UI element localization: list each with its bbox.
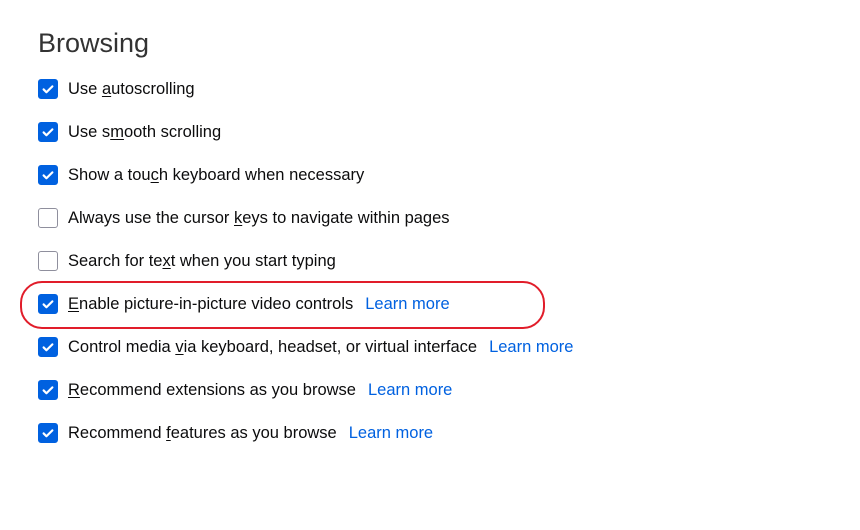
learn-more-link[interactable]: Learn more: [489, 338, 573, 357]
option-label: Search for text when you start typing: [68, 252, 336, 271]
option-label: Always use the cursor keys to navigate w…: [68, 209, 450, 228]
checkbox-search-text[interactable]: [38, 251, 58, 271]
checkbox-touch-keyboard[interactable]: [38, 165, 58, 185]
section-title: Browsing: [38, 28, 822, 59]
option-label: Control media via keyboard, headset, or …: [68, 338, 477, 357]
option-recommend-extensions[interactable]: Recommend extensions as you browse Learn…: [38, 380, 822, 400]
option-label: Use smooth scrolling: [68, 123, 221, 142]
option-label: Show a touch keyboard when necessary: [68, 166, 364, 185]
checkmark-icon: [41, 82, 55, 96]
option-label: Use autoscrolling: [68, 80, 195, 99]
learn-more-link[interactable]: Learn more: [349, 424, 433, 443]
checkbox-picture-in-picture[interactable]: [38, 294, 58, 314]
option-label: Recommend extensions as you browse: [68, 381, 356, 400]
learn-more-link[interactable]: Learn more: [368, 381, 452, 400]
option-search-text[interactable]: Search for text when you start typing: [38, 251, 822, 271]
checkmark-icon: [41, 297, 55, 311]
browsing-options: Use autoscrolling Use smooth scrolling S…: [38, 79, 822, 443]
checkmark-icon: [41, 426, 55, 440]
option-cursor-keys[interactable]: Always use the cursor keys to navigate w…: [38, 208, 822, 228]
option-autoscroll[interactable]: Use autoscrolling: [38, 79, 822, 99]
checkmark-icon: [41, 383, 55, 397]
option-label: Recommend features as you browse: [68, 424, 337, 443]
option-touch-keyboard[interactable]: Show a touch keyboard when necessary: [38, 165, 822, 185]
option-control-media[interactable]: Control media via keyboard, headset, or …: [38, 337, 822, 357]
checkbox-cursor-keys[interactable]: [38, 208, 58, 228]
option-picture-in-picture[interactable]: Enable picture-in-picture video controls…: [38, 294, 822, 314]
checkbox-recommend-features[interactable]: [38, 423, 58, 443]
option-recommend-features[interactable]: Recommend features as you browse Learn m…: [38, 423, 822, 443]
option-smooth-scrolling[interactable]: Use smooth scrolling: [38, 122, 822, 142]
option-label: Enable picture-in-picture video controls: [68, 295, 353, 314]
learn-more-link[interactable]: Learn more: [365, 295, 449, 314]
checkmark-icon: [41, 340, 55, 354]
checkmark-icon: [41, 168, 55, 182]
checkbox-smooth-scrolling[interactable]: [38, 122, 58, 142]
checkbox-recommend-extensions[interactable]: [38, 380, 58, 400]
checkbox-control-media[interactable]: [38, 337, 58, 357]
checkmark-icon: [41, 125, 55, 139]
checkbox-autoscroll[interactable]: [38, 79, 58, 99]
